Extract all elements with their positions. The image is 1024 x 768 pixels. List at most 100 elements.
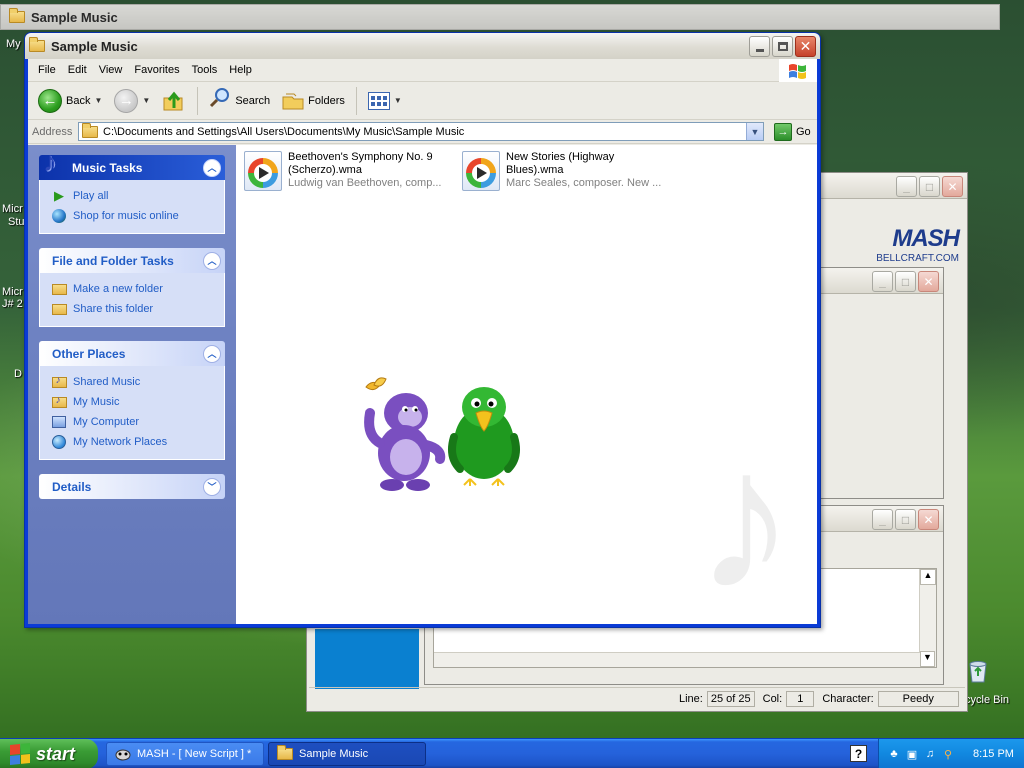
line-label: Line: <box>679 692 703 705</box>
music-note-icon: ♪ <box>43 146 57 177</box>
content-area: ♪ Music Tasks ︿ ▶ Play all Shop for musi… <box>28 145 817 624</box>
folder-up-icon <box>163 91 183 110</box>
col-value: 1 <box>786 690 815 707</box>
blue-panel <box>315 629 419 689</box>
recycle-bin-icon[interactable] <box>966 658 990 684</box>
task-share-folder[interactable]: Share this folder <box>51 299 224 319</box>
place-network[interactable]: My Network Places <box>51 432 224 452</box>
desktop-icon-label[interactable]: D <box>14 368 22 380</box>
gorilla-agent-character[interactable] <box>356 373 448 493</box>
desktop-icon-label[interactable]: Stu <box>8 216 25 228</box>
tray-agent-icon[interactable]: ♣ <box>887 747 901 761</box>
vertical-scrollbar[interactable]: ▲ ▼ <box>919 569 936 667</box>
place-my-music[interactable]: My Music <box>51 392 224 412</box>
horizontal-scrollbar[interactable] <box>434 652 920 667</box>
folders-button[interactable]: Folders <box>278 90 349 112</box>
go-button[interactable]: → Go <box>774 122 811 141</box>
menu-favorites[interactable]: Favorites <box>128 62 185 78</box>
maximize-button[interactable]: □ <box>895 509 916 530</box>
other-places-title: Other Places <box>52 346 126 361</box>
place-my-computer[interactable]: My Computer <box>51 412 224 432</box>
minimize-button[interactable]: _ <box>872 509 893 530</box>
start-label: start <box>36 743 76 764</box>
address-input[interactable]: C:\Documents and Settings\All Users\Docu… <box>78 122 764 141</box>
folders-label: Folders <box>308 94 345 107</box>
explorer-window[interactable]: Sample Music ✕ File Edit View Favorites … <box>24 32 821 628</box>
close-button[interactable]: ✕ <box>918 509 939 530</box>
parrot-agent-character[interactable] <box>446 381 522 487</box>
task-pane: ♪ Music Tasks ︿ ▶ Play all Shop for musi… <box>28 145 236 624</box>
minimize-button[interactable] <box>749 36 770 57</box>
file-folder-tasks-header[interactable]: File and Folder Tasks ︿ <box>39 248 225 273</box>
taskbar-item-sample-music[interactable]: Sample Music <box>268 742 426 766</box>
address-dropdown-icon[interactable]: ▼ <box>746 123 763 140</box>
forward-button[interactable]: → ▼ <box>110 87 154 115</box>
music-tasks-body: ▶ Play all Shop for music online <box>39 180 225 234</box>
taskbar-item-label: Sample Music <box>299 748 369 760</box>
back-button[interactable]: ← Back ▼ <box>34 87 106 115</box>
tray-volume-icon[interactable]: ♫ <box>923 747 937 761</box>
col-label: Col: <box>762 692 783 705</box>
windows-logo-icon <box>779 59 817 82</box>
desktop-icon-label[interactable]: Micr <box>2 203 23 215</box>
up-folder-button[interactable] <box>158 88 190 114</box>
globe-icon <box>52 209 66 223</box>
desktop-icon-label[interactable]: J# 2 <box>2 298 23 310</box>
task-play-all[interactable]: ▶ Play all <box>51 186 224 206</box>
minimize-button[interactable]: _ <box>896 176 917 197</box>
clock[interactable]: 8:15 PM <box>973 748 1014 760</box>
music-tasks-header[interactable]: ♪ Music Tasks ︿ <box>39 147 225 180</box>
menu-view[interactable]: View <box>93 62 129 78</box>
details-header[interactable]: Details ﹀ <box>39 474 225 499</box>
menu-help[interactable]: Help <box>223 62 258 78</box>
desktop-icon-label[interactable]: Micr <box>2 286 23 298</box>
window-title: Sample Music <box>51 38 138 54</box>
network-icon <box>52 435 66 449</box>
maximize-button[interactable]: □ <box>919 176 940 197</box>
collapse-chevron-icon[interactable]: ︿ <box>203 251 221 270</box>
views-button[interactable]: ▼ <box>364 90 406 112</box>
taskbar-item-mash[interactable]: MASH - [ New Script ] * <box>106 742 264 766</box>
expand-chevron-icon[interactable]: ﹀ <box>203 477 221 496</box>
tray-search-icon[interactable]: ⚲ <box>941 747 955 761</box>
menu-edit[interactable]: Edit <box>62 62 93 78</box>
standard-toolbar: ← Back ▼ → ▼ Search Folders ▼ <box>28 82 817 120</box>
forward-arrow-icon: → <box>114 88 139 113</box>
details-section: Details ﹀ <box>39 474 225 499</box>
search-button[interactable]: Search <box>205 85 274 116</box>
collapse-chevron-icon[interactable]: ︿ <box>203 158 221 177</box>
media-file-icon <box>462 151 500 191</box>
task-new-folder[interactable]: Make a new folder <box>51 279 224 299</box>
explorer-titlebar[interactable]: Sample Music ✕ <box>25 33 820 59</box>
dropdown-arrow-icon[interactable]: ▼ <box>142 96 150 105</box>
address-label: Address <box>32 125 73 138</box>
start-button[interactable]: start <box>0 739 98 768</box>
other-places-header[interactable]: Other Places ︿ <box>39 341 225 366</box>
help-icon[interactable]: ? <box>850 745 867 762</box>
close-button[interactable]: ✕ <box>918 271 939 292</box>
menu-tools[interactable]: Tools <box>186 62 224 78</box>
close-icon: ✕ <box>799 38 812 54</box>
desktop-icon-label[interactable]: My <box>6 38 21 50</box>
collapse-chevron-icon[interactable]: ︿ <box>203 344 221 363</box>
place-shared-music[interactable]: Shared Music <box>51 372 224 392</box>
maximize-button[interactable] <box>772 36 793 57</box>
tray-network-icon[interactable]: ▣ <box>905 747 919 761</box>
desktop-icon-label[interactable]: cycle Bin <box>965 694 1009 706</box>
file-item[interactable]: New Stories (Highway Blues).wma Marc Sea… <box>462 151 672 191</box>
close-button[interactable]: ✕ <box>942 176 963 197</box>
maximize-button[interactable]: □ <box>895 271 916 292</box>
minimize-button[interactable]: _ <box>872 271 893 292</box>
menu-file[interactable]: File <box>32 62 62 78</box>
file-item[interactable]: Beethoven's Symphony No. 9 (Scherzo).wma… <box>244 151 454 191</box>
scroll-up-icon[interactable]: ▲ <box>920 569 936 585</box>
scroll-down-icon[interactable]: ▼ <box>920 651 935 667</box>
taskbar: start MASH - [ New Script ] * Sample Mus… <box>0 738 1024 768</box>
close-button[interactable]: ✕ <box>795 36 816 57</box>
dropdown-arrow-icon[interactable]: ▼ <box>94 96 102 105</box>
task-shop-music[interactable]: Shop for music online <box>51 206 224 226</box>
background-window-titlebar[interactable]: Sample Music <box>0 4 1000 30</box>
music-note-watermark-icon: ♪ <box>695 408 795 624</box>
file-list[interactable]: ♪ Beethoven's Symphony No. 9 (Scherzo).w… <box>236 145 817 624</box>
search-icon <box>209 87 231 114</box>
